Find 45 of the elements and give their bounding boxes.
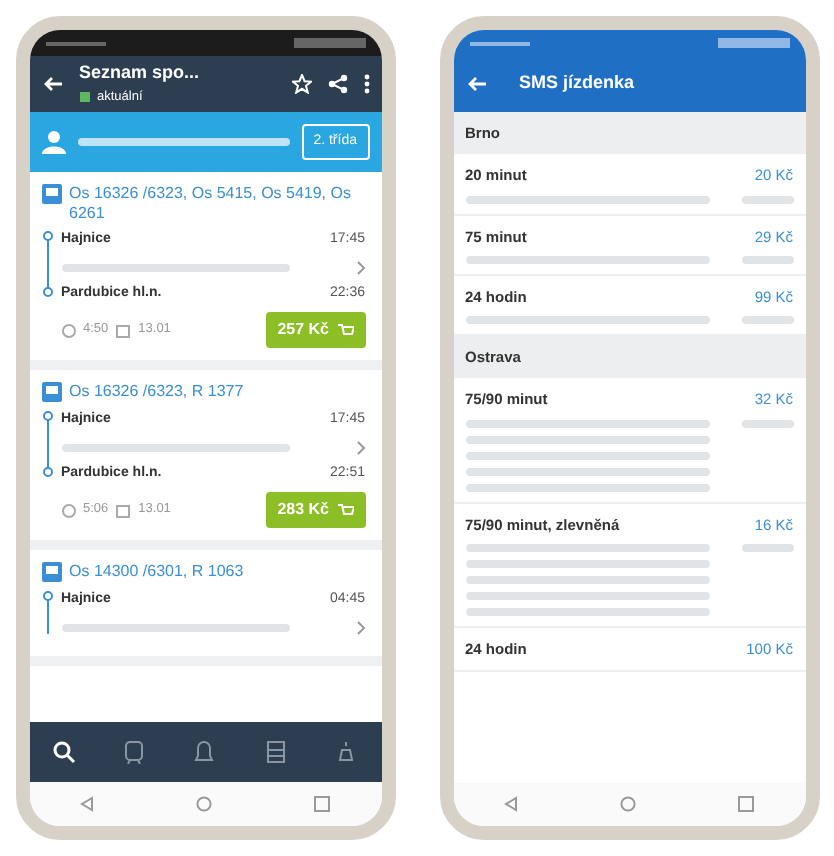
train-icon — [41, 382, 61, 403]
battery-icon — [293, 38, 365, 48]
calendar-icon — [116, 323, 131, 338]
person-icon — [41, 130, 65, 154]
star-icon[interactable] — [291, 74, 311, 94]
cart-icon — [337, 503, 353, 518]
recents-icon[interactable] — [314, 796, 330, 812]
grid-icon — [263, 739, 288, 764]
buy-button[interactable]: 257 Kč — [265, 312, 365, 349]
buy-button[interactable]: 283 Kč — [265, 492, 365, 529]
signal-icon — [45, 39, 105, 47]
home-icon[interactable] — [196, 796, 212, 812]
bell-icon — [192, 739, 217, 764]
share-icon[interactable] — [327, 74, 347, 94]
battery-icon — [717, 38, 789, 48]
clock-icon — [61, 323, 75, 338]
chevron-right-icon[interactable] — [355, 259, 365, 276]
back-arrow-icon[interactable] — [465, 74, 487, 94]
clock-icon — [61, 503, 75, 518]
recents-icon[interactable] — [738, 796, 754, 812]
price-note-line — [741, 255, 793, 264]
train-numbers: Os 14300 /6301, R 1063 — [69, 562, 244, 582]
chevron-right-icon[interactable] — [355, 619, 365, 636]
route-line-icon — [41, 230, 53, 299]
back-icon[interactable] — [504, 796, 518, 812]
search-icon — [52, 739, 77, 764]
train-numbers: Os 16326 /6323, Os 5415, Os 5419, Os 6261 — [69, 184, 353, 223]
train-icon — [122, 739, 147, 764]
train-icon — [41, 562, 61, 583]
menu-icon[interactable] — [363, 74, 369, 94]
price-note-line — [741, 543, 793, 552]
calendar-icon — [116, 503, 131, 518]
back-arrow-icon[interactable] — [41, 74, 63, 94]
screen-title: SMS jízdenka — [519, 70, 635, 97]
bell-icon — [333, 739, 358, 764]
route-line-icon — [41, 410, 53, 479]
cart-icon — [337, 323, 353, 338]
back-icon[interactable] — [80, 796, 94, 812]
train-numbers: Os 16326 /6323, R 1377 — [69, 382, 244, 402]
train-icon — [41, 184, 61, 204]
home-icon[interactable] — [620, 796, 636, 812]
signal-icon — [469, 39, 529, 47]
route-line-icon — [41, 590, 53, 635]
chevron-right-icon[interactable] — [355, 439, 365, 456]
screen-title: Seznam spo... — [79, 60, 202, 87]
